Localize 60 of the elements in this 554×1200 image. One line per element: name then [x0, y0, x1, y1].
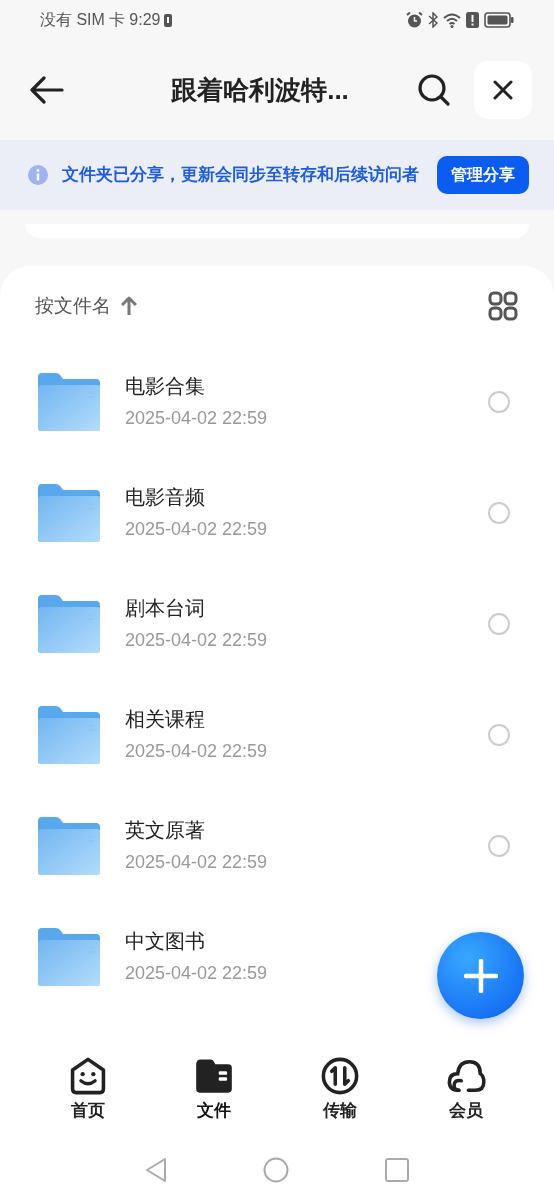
folder-name: 电影合集	[125, 374, 205, 399]
folder-row[interactable]: 电影合集 2025-04-02 22:59	[0, 346, 554, 457]
grid-view-button[interactable]	[488, 291, 518, 321]
folder-date: 2025-04-02 22:59	[125, 407, 268, 430]
folder-row[interactable]: 中文图书 2025-04-02 22:59	[0, 901, 554, 1012]
info-icon	[28, 165, 48, 185]
folder-name: 电影音频	[125, 485, 205, 510]
back-arrow-icon	[30, 76, 64, 104]
wifi-icon	[443, 12, 461, 28]
alert-icon	[466, 12, 479, 28]
nav-back-icon[interactable]	[145, 1157, 167, 1183]
grid-view-icon	[488, 291, 518, 321]
bluetooth-icon	[428, 12, 438, 28]
folder-row[interactable]: 英文原著 2025-04-02 22:59	[0, 790, 554, 901]
folder-row[interactable]: 电影音频 2025-04-02 22:59	[0, 457, 554, 568]
battery-icon	[484, 12, 514, 28]
select-radio[interactable]	[488, 834, 510, 857]
close-button[interactable]	[474, 61, 532, 119]
folder-row[interactable]: 相关课程 2025-04-02 22:59	[0, 679, 554, 790]
folder-date: 2025-04-02 22:59	[125, 740, 268, 763]
folder-icon	[38, 927, 100, 986]
folder-name: 相关课程	[125, 707, 205, 732]
tab-button[interactable]: 传输	[300, 1056, 380, 1124]
manage-share-button[interactable]: 管理分享	[437, 156, 529, 194]
carrier-text: 没有 SIM 卡	[40, 10, 126, 30]
search-icon	[417, 73, 451, 107]
battery-saver-icon	[164, 13, 173, 27]
clock-text: 9:29	[129, 10, 161, 30]
close-icon	[493, 80, 513, 100]
sort-button[interactable]: 按文件名	[35, 291, 137, 321]
folder-icon	[38, 816, 100, 875]
folder-icon	[38, 594, 100, 653]
tab-button[interactable]: 会员	[426, 1056, 506, 1124]
folder-date: 2025-04-02 22:59	[125, 629, 268, 652]
folder-icon	[194, 1056, 234, 1095]
folder-title: 跟着哈利波特...	[171, 73, 349, 107]
folder-name: 中文图书	[125, 929, 205, 954]
transfer-arrows-icon	[320, 1056, 360, 1095]
nav-home-icon[interactable]	[263, 1157, 289, 1183]
alarm-icon	[406, 12, 423, 28]
select-radio[interactable]	[488, 612, 510, 635]
folder-date: 2025-04-02 22:59	[125, 518, 268, 541]
folder-name: 剧本台词	[125, 596, 205, 621]
nav-recents-icon[interactable]	[385, 1158, 409, 1182]
folder-name: 英文原著	[125, 818, 205, 843]
folder-date: 2025-04-02 22:59	[125, 851, 268, 874]
plus-icon	[463, 958, 498, 993]
folder-icon	[38, 483, 100, 542]
select-radio[interactable]	[488, 723, 510, 746]
select-radio[interactable]	[488, 390, 510, 413]
folder-row[interactable]: 剧本台词 2025-04-02 22:59	[0, 568, 554, 679]
select-radio[interactable]	[488, 501, 510, 524]
arrow-up-icon	[121, 296, 137, 316]
share-notice-text: 文件夹已分享，更新会同步至转存和后续访问者	[62, 164, 419, 187]
folder-icon	[38, 372, 100, 431]
tab-button[interactable]: 文件	[174, 1056, 254, 1124]
folder-date: 2025-04-02 22:59	[125, 962, 268, 985]
folder-icon	[38, 705, 100, 764]
tab-button[interactable]: 首页	[48, 1056, 128, 1124]
house-smile-icon	[68, 1056, 108, 1095]
